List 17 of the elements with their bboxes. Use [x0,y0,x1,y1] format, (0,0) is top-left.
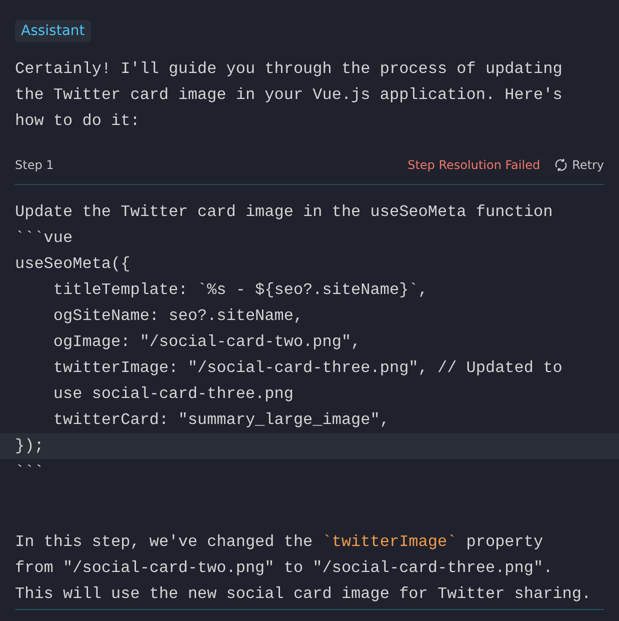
retry-button[interactable]: Retry [554,158,604,172]
code-line: use social-card-three.png [52,384,294,405]
summary-paragraph: In this step, we've changed the `twitterImage` property from "/social-card-two.png" to "/social-card-three.png". This will use the new social card image for Twitter sharing. [15,529,604,610]
code-line: ```vue [14,228,74,249]
code-line: titleTemplate: `%s - ${seo?.siteName}`, [52,280,429,301]
status-text: Step Resolution Failed [408,158,540,172]
code-line: ogSiteName: seo?.siteName, [52,306,304,327]
code-line: Update the Twitter card image in the useSeoMeta function [14,202,554,223]
step-label: Step 1 [15,158,55,172]
code-line: twitterImage: "/social-card-three.png", // Updated to [52,358,564,379]
code-line: ogImage: "/social-card-two.png", [52,332,362,353]
code-line: ``` [14,462,45,483]
role-badge: Assistant [15,20,91,42]
intro-paragraph: Certainly! I'll guide you through the process of updating the Twitter card image in your Vue.js application. Here's how to do it: [15,59,564,132]
code-line: useSeoMeta({ [14,254,132,275]
refresh-icon [554,158,568,172]
code-line: twitterCard: "summary_large_image", [52,410,390,431]
